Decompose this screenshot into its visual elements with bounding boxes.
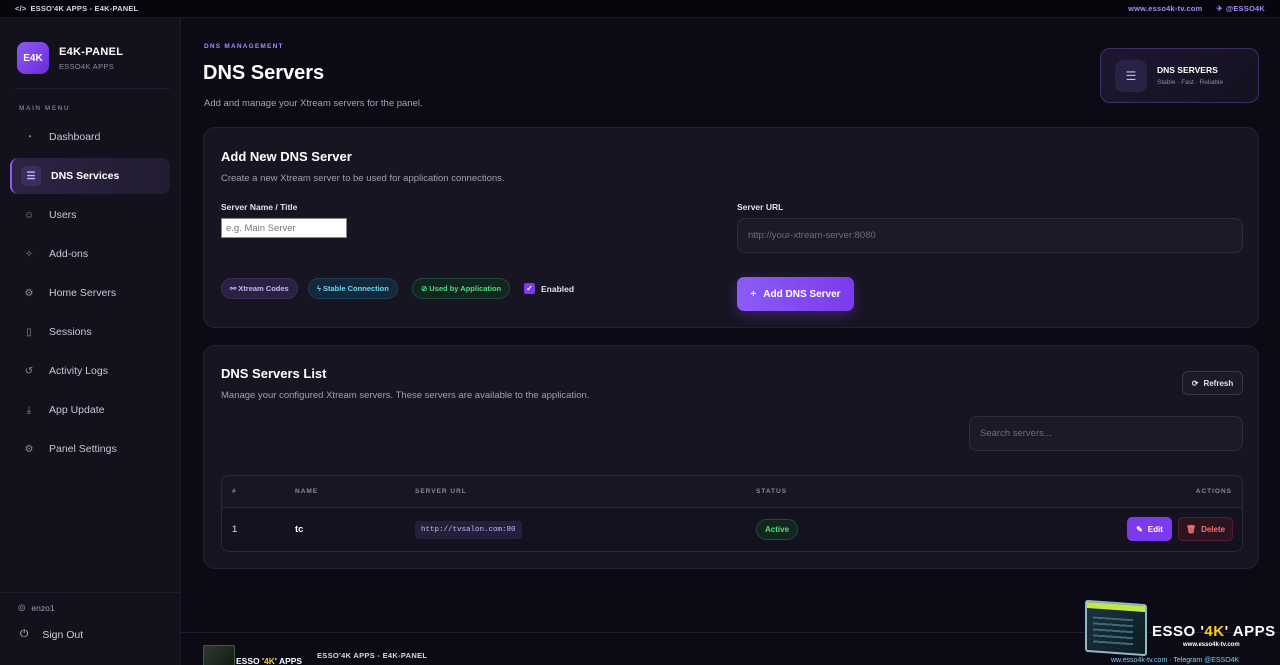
server-list-icon: ☰	[1115, 59, 1147, 92]
add-dns-title: Add New DNS Server	[221, 149, 352, 164]
watermark-links: ww.esso4k-tv.com · Telegram @ESSO4K	[1111, 657, 1240, 664]
add-dns-description: Create a new Xtream server to be used fo…	[221, 173, 505, 184]
row-number: 1	[232, 524, 238, 535]
search-input[interactable]	[969, 416, 1243, 451]
column-header-name: NAME	[295, 488, 319, 495]
dns-list-description: Manage your configured Xtream servers. T…	[221, 390, 590, 401]
footer-text: ESSO'4K APPS - E4K-PANEL	[317, 651, 428, 660]
watermark-site: www.esso4k-tv.com	[1183, 642, 1240, 648]
dns-list-card: DNS Servers List Manage your configured …	[203, 345, 1259, 569]
download-icon: ⤓	[26, 404, 32, 416]
refresh-button[interactable]: ⟳ Refresh	[1182, 371, 1243, 395]
divider	[15, 88, 170, 89]
gauge-icon: ◔	[25, 131, 33, 143]
server-name-input[interactable]	[221, 218, 347, 238]
edit-icon: ✎	[1136, 524, 1143, 534]
puzzle-icon: ✧	[24, 248, 34, 260]
column-header-status: STATUS	[756, 488, 788, 495]
stable-connection-chip: ϟ Stable Connection	[308, 278, 398, 299]
page-title: DNS Servers	[203, 62, 325, 84]
row-server-url: http://tvsalon.com:80	[415, 521, 522, 539]
column-header-url: SERVER URL	[415, 488, 467, 495]
delete-button[interactable]: 🗑 Delete	[1178, 517, 1233, 541]
main-menu: ◔ Dashboard ☰ DNS Services ☺ Users ✧ Add…	[10, 119, 170, 470]
gear-icon: ⚙	[24, 443, 34, 455]
plus-icon: +	[750, 288, 757, 300]
telegram-link[interactable]: ✈ @ESSO4K	[1216, 4, 1265, 13]
enabled-checkbox[interactable]: ✓	[524, 283, 535, 294]
device-icon: ▯	[26, 326, 32, 338]
sidebar-item-dashboard[interactable]: ◔ Dashboard	[10, 119, 170, 155]
link-icon: ⚯	[230, 284, 237, 293]
dns-servers-table: # NAME SERVER URL STATUS ACTIONS 1 tc ht…	[221, 475, 1243, 552]
refresh-icon: ⟳	[1191, 378, 1199, 388]
footer-logo	[203, 645, 235, 665]
brand-logo: E4K	[17, 42, 49, 74]
sidebar-item-users[interactable]: ☺ Users	[10, 197, 170, 233]
sidebar-item-add-ons[interactable]: ✧ Add-ons	[10, 236, 170, 272]
trash-icon: 🗑	[1185, 524, 1197, 534]
brand[interactable]: E4K E4K-PANEL ESSO4K APPS	[17, 42, 123, 74]
brand-watermark: ESSO '4K' APPS www.esso4k-tv.com ww.esso…	[1083, 599, 1280, 665]
divider	[0, 592, 180, 593]
menu-heading: MAIN MENU	[19, 105, 71, 112]
sidebar: E4K E4K-PANEL ESSO4K APPS MAIN MENU ◔ Da…	[0, 18, 181, 665]
footer-logo-text: ESSO '4K' APPS	[236, 656, 303, 665]
row-name: tc	[295, 524, 304, 535]
badge-title: DNS SERVERS	[1157, 65, 1218, 75]
logout-icon: ⏻	[20, 628, 29, 640]
server-url-input[interactable]	[737, 218, 1243, 253]
dns-servers-badge: ☰ DNS SERVERS Stable · Fast · Reliable	[1100, 48, 1259, 103]
sidebar-item-dns-services[interactable]: ☰ DNS Services	[10, 158, 170, 194]
bolt-icon: ϟ	[317, 284, 321, 293]
sidebar-item-app-update[interactable]: ⤓ App Update	[10, 392, 170, 428]
status-badge: Active	[756, 519, 799, 540]
website-link[interactable]: www.esso4k-tv.com	[1128, 4, 1202, 13]
code-icon: </>	[15, 4, 27, 13]
table-row: 1 tc http://tvsalon.com:80 Active ✎ Edit…	[222, 508, 1242, 551]
edit-button[interactable]: ✎ Edit	[1127, 517, 1172, 541]
server-name-label: Server Name / Title	[221, 202, 298, 212]
sidebar-item-activity-logs[interactable]: ↺ Activity Logs	[10, 353, 170, 389]
sidebar-item-sessions[interactable]: ▯ Sessions	[10, 314, 170, 350]
add-dns-server-button[interactable]: + Add DNS Server	[737, 277, 854, 311]
top-bar-title: </> ESSO'4K APPS - E4K-PANEL	[15, 4, 139, 13]
brand-title: E4K-PANEL	[59, 45, 124, 58]
current-user: ◎ enzo1	[18, 602, 55, 613]
telegram-icon: ✈	[1216, 4, 1223, 13]
brand-subtitle: ESSO4K APPS	[59, 61, 114, 71]
sidebar-item-home-servers[interactable]: ⚙ Home Servers	[10, 275, 170, 311]
enabled-toggle[interactable]: ✓ Enabled	[524, 283, 574, 294]
sidebar-item-panel-settings[interactable]: ⚙ Panel Settings	[10, 431, 170, 467]
server-icon: ⚙	[24, 287, 34, 299]
sign-out-button[interactable]: ⏻ Sign Out	[20, 628, 83, 641]
page-description: Add and manage your Xtream servers for t…	[204, 98, 423, 109]
add-dns-card: Add New DNS Server Create a new Xtream s…	[203, 127, 1259, 328]
used-by-app-chip: ⊘ Used by Application	[412, 278, 511, 299]
server-list-icon: ☰	[21, 166, 41, 186]
users-icon: ☺	[23, 209, 35, 221]
xtream-codes-chip: ⚯ Xtream Codes	[221, 278, 298, 299]
table-header: # NAME SERVER URL STATUS ACTIONS	[222, 476, 1242, 508]
tv-screen-image	[1085, 599, 1147, 657]
dns-list-title: DNS Servers List	[221, 366, 327, 381]
page-eyebrow: DNS MANAGEMENT	[204, 43, 284, 50]
column-header-actions: ACTIONS	[1195, 488, 1232, 495]
history-icon: ↺	[24, 365, 34, 377]
check-circle-icon: ⊘	[421, 284, 428, 293]
top-bar: </> ESSO'4K APPS - E4K-PANEL www.esso4k-…	[0, 0, 1280, 18]
watermark-title: ESSO '4K' APPS	[1152, 623, 1276, 640]
column-header-number: #	[232, 488, 237, 495]
badge-subtitle: Stable · Fast · Reliable	[1157, 79, 1224, 86]
server-url-label: Server URL	[737, 202, 784, 212]
user-icon: ◎	[18, 602, 26, 612]
